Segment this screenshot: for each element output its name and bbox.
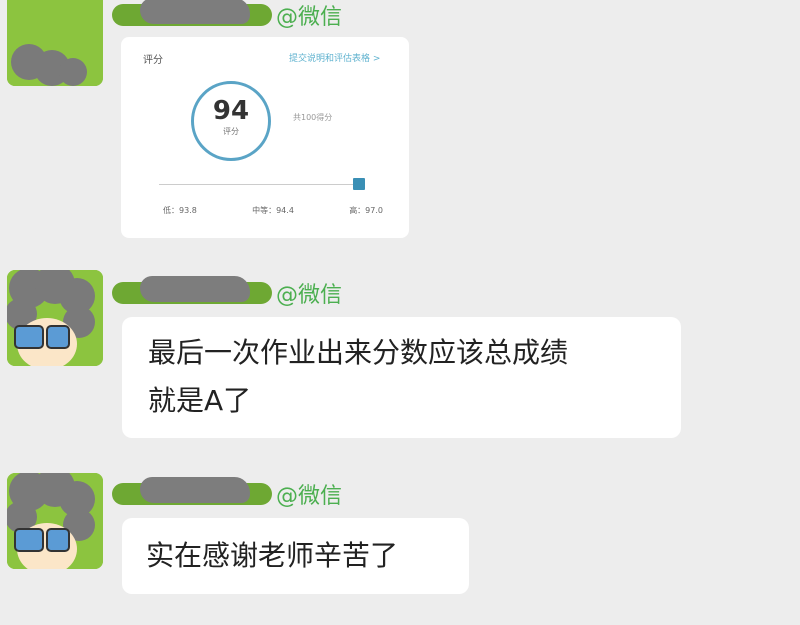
redacted-name [112,0,272,26]
stat-high: 高：97.0 [349,206,383,215]
stat-mid: 中等：94.4 [252,206,294,215]
sender-name: @微信 [112,276,343,308]
stat-low: 低：93.8 [163,206,197,215]
score-marker [353,178,365,190]
sender-name: @微信 [112,0,342,30]
card-title: 评分 [143,55,163,66]
redacted-name [112,477,272,505]
avatar[interactable] [7,473,103,569]
sender-tag: @微信 [276,484,343,509]
avatar[interactable] [7,270,103,366]
score-label: 评分 [223,127,239,136]
message-bubble[interactable]: 实在感谢老师辛苦了 [122,518,469,594]
sender-tag: @微信 [276,283,343,308]
card-total: 共100得分 [293,113,333,122]
score-stats: 低：93.8 中等：94.4 高：97.0 [163,205,383,216]
score-value: 94 [212,96,250,126]
score-card-image[interactable]: 评分 提交说明和评估表格 > 94 评分 共100得分 低：93.8 中等：94… [121,37,409,238]
score-ring: 94 评分 [191,81,271,161]
card-link: 提交说明和评估表格 > [289,54,381,64]
message-bubble[interactable]: 最后一次作业出来分数应该总成绩 就是A了 [122,317,681,438]
sender-name: @微信 [112,477,343,509]
message-text: 最后一次作业出来分数应该总成绩 就是A了 [148,336,569,417]
sender-tag: @微信 [276,5,343,30]
redacted-name [112,276,272,304]
avatar[interactable] [7,0,103,86]
message-text: 实在感谢老师辛苦了 [146,539,399,572]
score-track [159,184,363,185]
